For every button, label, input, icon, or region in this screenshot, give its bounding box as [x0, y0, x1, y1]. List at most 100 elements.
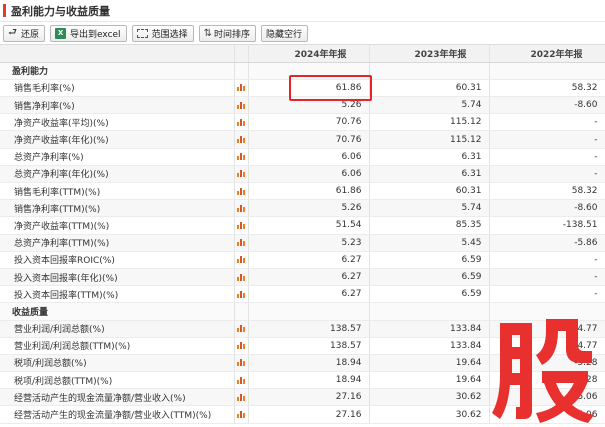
section-header-row: 收益质量	[0, 302, 605, 321]
row-label: 营业利润/利润总额(TTM)(%)	[0, 337, 235, 355]
value-cell: 133.84	[369, 320, 490, 338]
value-cell: 58.32	[489, 182, 605, 201]
row-chart-button[interactable]	[234, 405, 249, 424]
value-cell: 6.06	[248, 165, 370, 184]
row-chart-button[interactable]	[234, 199, 249, 218]
time-sort-button[interactable]: ⇅ 时间排序	[198, 24, 256, 42]
value-cell: 18.94	[248, 354, 370, 373]
value-cell: 61.86	[248, 79, 370, 98]
hide-empty-rows-button[interactable]: 隐藏空行	[260, 24, 308, 42]
value-cell: 5.26	[248, 199, 370, 218]
financial-table: 2024年年报 2023年年报 2022年年报 盈利能力 销售毛利率(%) 61.8…	[0, 45, 605, 424]
table-row: 税项/利润总额(TTM)(%) 18.94 19.64 -5.28	[0, 371, 605, 390]
value-cell: 51.54	[248, 216, 370, 235]
value-cell: 138.57	[248, 320, 370, 338]
row-chart-button[interactable]	[234, 96, 249, 115]
column-header-2022[interactable]: 2022年年报	[489, 45, 605, 63]
restore-button[interactable]: ⮐ 还原	[3, 24, 46, 42]
panel-title: 盈利能力与收益质量	[11, 4, 110, 18]
value-cell: 138.57	[248, 337, 370, 355]
section-filler-cell	[489, 302, 605, 321]
row-label: 销售毛利率(%)	[0, 79, 235, 98]
row-chart-button[interactable]	[234, 182, 249, 201]
value-cell: -8.60	[489, 96, 605, 115]
export-excel-button[interactable]: X 导出到excel	[50, 24, 127, 42]
panel-header: 盈利能力与收益质量	[0, 0, 605, 22]
value-cell: 6.59	[369, 285, 490, 304]
row-chart-button[interactable]	[234, 268, 249, 287]
bar-chart-icon	[236, 204, 246, 212]
row-chart-button[interactable]	[234, 388, 249, 407]
value-cell: 70.76	[248, 113, 370, 132]
bar-chart-icon	[236, 273, 246, 281]
bar-chart-icon	[236, 290, 246, 298]
table-row: 净资产收益率(TTM)(%) 51.54 85.35 -138.51	[0, 216, 605, 235]
table-row: 总资产净利率(年化)(%) 6.06 6.31-	[0, 165, 605, 184]
row-chart-button[interactable]	[234, 234, 249, 252]
table-row: 经营活动产生的现金流量净额/营业收入(%) 27.16 30.62 25.06	[0, 388, 605, 407]
value-cell: 30.62	[369, 405, 490, 424]
section-header-row: 盈利能力	[0, 62, 605, 80]
section-filler-cell	[369, 62, 490, 80]
row-chart-button[interactable]	[234, 165, 249, 184]
value-cell: 61.86	[248, 182, 370, 201]
row-label: 投入资本回报率(TTM)(%)	[0, 285, 235, 304]
row-chart-button[interactable]	[234, 371, 249, 390]
section-filler-cell	[489, 62, 605, 80]
value-cell: 5.23	[248, 234, 370, 252]
row-chart-button[interactable]	[234, 79, 249, 98]
row-chart-button[interactable]	[234, 148, 249, 166]
value-cell: 6.06	[248, 148, 370, 166]
section-title: 盈利能力	[0, 62, 235, 80]
back-arrow-icon: ⮐	[8, 26, 17, 38]
row-label: 经营活动产生的现金流量净额/营业收入(TTM)(%)	[0, 405, 235, 424]
row-label: 经营活动产生的现金流量净额/营业收入(%)	[0, 388, 235, 407]
value-cell: -	[489, 148, 605, 166]
value-cell: 5.45	[369, 234, 490, 252]
range-select-button[interactable]: 范围选择	[131, 24, 194, 42]
table-row: 总资产净利率(%) 6.06 6.31-	[0, 148, 605, 166]
value-cell: 6.27	[248, 251, 370, 269]
value-cell: -5.28	[489, 371, 605, 390]
row-chart-button[interactable]	[234, 113, 249, 132]
value-cell: 6.27	[248, 285, 370, 304]
value-cell: 25.06	[489, 405, 605, 424]
row-chart-button[interactable]	[234, 320, 249, 338]
value-cell: 115.12	[369, 130, 490, 149]
row-label: 投入资本回报率ROIC(%)	[0, 251, 235, 269]
value-cell: 30.62	[369, 388, 490, 407]
row-chart-button[interactable]	[234, 130, 249, 149]
column-header-2023[interactable]: 2023年年报	[369, 45, 490, 63]
value-cell: 27.16	[248, 405, 370, 424]
value-cell: -138.51	[489, 216, 605, 235]
row-chart-button[interactable]	[234, 216, 249, 235]
row-label: 销售毛利率(TTM)(%)	[0, 182, 235, 201]
table-row: 销售毛利率(%) 61.86 60.31 58.32	[0, 79, 605, 98]
bar-chart-icon	[236, 152, 246, 161]
value-cell: 5.26	[248, 96, 370, 115]
title-accent-bar	[3, 4, 6, 17]
bar-chart-icon	[236, 101, 246, 109]
section-filler-cell	[234, 62, 249, 80]
row-chart-button[interactable]	[234, 251, 249, 269]
row-chart-button[interactable]	[234, 285, 249, 304]
header-blank	[0, 45, 235, 63]
excel-icon: X	[55, 27, 67, 39]
value-cell: -5.28	[489, 354, 605, 373]
value-cell: 60.31	[369, 79, 490, 98]
row-label: 总资产净利率(TTM)(%)	[0, 234, 235, 252]
column-header-2024[interactable]: 2024年年报	[248, 45, 370, 63]
value-cell: -	[489, 165, 605, 184]
section-filler-cell	[234, 302, 249, 321]
value-cell: 25.06	[489, 388, 605, 407]
row-label: 总资产净利率(年化)(%)	[0, 165, 235, 184]
section-filler-cell	[369, 302, 490, 321]
row-chart-button[interactable]	[234, 354, 249, 373]
table-row: 营业利润/利润总额(TTM)(%) 138.57 133.84 64.77	[0, 337, 605, 355]
table-row: 净资产收益率(年化)(%) 70.76 115.12-	[0, 130, 605, 149]
table-row: 总资产净利率(TTM)(%) 5.23 5.45 -5.86	[0, 234, 605, 252]
toolbar: ⮐ 还原 X 导出到excel 范围选择 ⇅ 时间排序 隐藏空行	[0, 22, 605, 45]
value-cell: -	[489, 251, 605, 269]
value-cell: 115.12	[369, 113, 490, 132]
row-chart-button[interactable]	[234, 337, 249, 355]
